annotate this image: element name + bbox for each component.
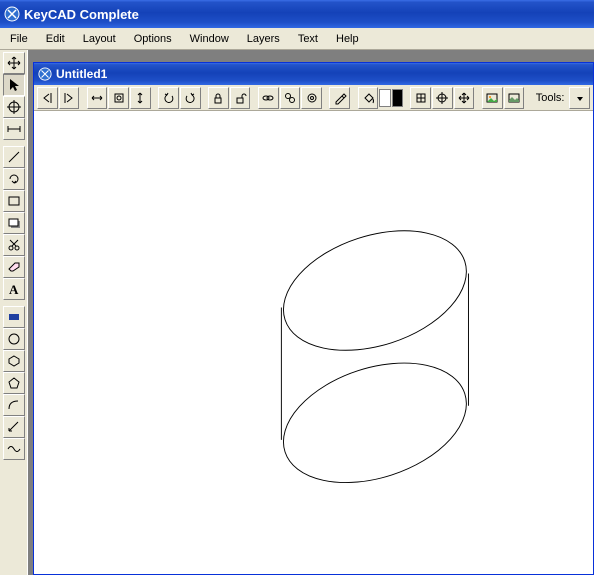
menu-text[interactable]: Text — [290, 31, 326, 47]
tool-text[interactable]: A — [3, 278, 25, 300]
app-titlebar: KeyCAD Complete — [0, 0, 594, 28]
shape-arc[interactable] — [3, 394, 25, 416]
fill-bucket-button[interactable] — [358, 87, 379, 109]
tool-pointer[interactable] — [3, 74, 25, 96]
main-area: A — [0, 50, 594, 575]
shape-wave[interactable] — [3, 438, 25, 460]
doc-icon — [38, 67, 52, 81]
shape-circle[interactable] — [3, 328, 25, 350]
document-toolbar: Tools: — [34, 85, 593, 111]
tool-cursor-move[interactable] — [3, 52, 25, 74]
menubar: File Edit Layout Options Window Layers T… — [0, 28, 594, 50]
rotate-left-button[interactable] — [158, 87, 179, 109]
crosshair-button[interactable] — [432, 87, 453, 109]
color-black[interactable] — [392, 89, 403, 107]
tool-circle-arrow[interactable] — [3, 168, 25, 190]
color-white[interactable] — [379, 89, 390, 107]
fit-height-button[interactable] — [130, 87, 151, 109]
shape-rect-filled[interactable] — [3, 306, 25, 328]
menu-layers[interactable]: Layers — [239, 31, 288, 47]
move-all-button[interactable] — [454, 87, 475, 109]
tool-rect-shadow[interactable] — [3, 212, 25, 234]
ring-button[interactable] — [301, 87, 322, 109]
tool-scissors[interactable] — [3, 234, 25, 256]
document-title: Untitled1 — [56, 67, 107, 81]
left-toolbar: A — [0, 50, 28, 575]
chain-button[interactable] — [280, 87, 301, 109]
shape-polygon[interactable] — [3, 372, 25, 394]
document-window: Untitled1 — [33, 62, 594, 575]
app-icon — [4, 6, 20, 22]
rotate-right-button[interactable] — [180, 87, 201, 109]
cylinder-shape — [34, 111, 593, 574]
tool-divider-h[interactable] — [3, 118, 25, 140]
menu-options[interactable]: Options — [126, 31, 180, 47]
tools-dropdown-button[interactable] — [569, 87, 590, 109]
tools-label: Tools: — [532, 92, 569, 104]
tool-registration[interactable] — [3, 96, 25, 118]
link-button[interactable] — [258, 87, 279, 109]
menu-file[interactable]: File — [2, 31, 36, 47]
menu-window[interactable]: Window — [182, 31, 237, 47]
app-title: KeyCAD Complete — [24, 7, 139, 22]
document-area: Untitled1 — [28, 50, 594, 575]
fit-width-button[interactable] — [87, 87, 108, 109]
scroll-left-button[interactable] — [37, 87, 58, 109]
drawing-canvas[interactable] — [34, 111, 593, 574]
lock-button[interactable] — [208, 87, 229, 109]
menu-help[interactable]: Help — [328, 31, 367, 47]
menu-edit[interactable]: Edit — [38, 31, 73, 47]
menu-layout[interactable]: Layout — [75, 31, 124, 47]
shape-measure[interactable] — [3, 416, 25, 438]
unlock-button[interactable] — [230, 87, 251, 109]
image-button[interactable] — [482, 87, 503, 109]
tool-line[interactable] — [3, 146, 25, 168]
grid-button[interactable] — [410, 87, 431, 109]
landscape-button[interactable] — [504, 87, 525, 109]
shape-hexagon[interactable] — [3, 350, 25, 372]
eyedropper-button[interactable] — [329, 87, 350, 109]
fit-both-button[interactable] — [108, 87, 129, 109]
scroll-right-button[interactable] — [59, 87, 80, 109]
tool-rect[interactable] — [3, 190, 25, 212]
tool-eraser[interactable] — [3, 256, 25, 278]
document-titlebar[interactable]: Untitled1 — [34, 63, 593, 85]
svg-text:A: A — [9, 282, 19, 297]
